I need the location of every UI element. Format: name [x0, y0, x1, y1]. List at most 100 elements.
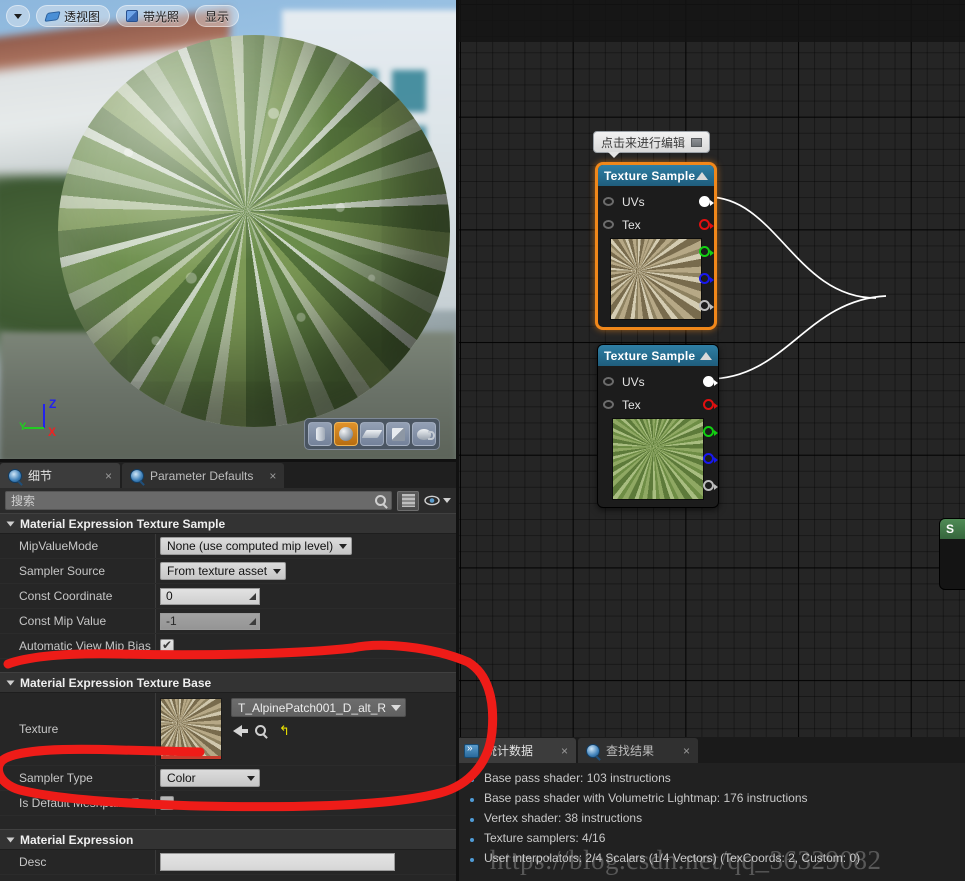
- wire-node1-uvs: [707, 196, 877, 299]
- automatic-view-mip-bias-checkbox[interactable]: [160, 638, 174, 653]
- node-output-column: [694, 416, 718, 500]
- output-pin-a[interactable]: [703, 480, 718, 491]
- sampler-source-dropdown[interactable]: From texture asset: [160, 562, 287, 580]
- viewport-show-button[interactable]: 显示: [195, 5, 240, 27]
- input-pin-uvs[interactable]: [603, 197, 614, 206]
- shape-button-plane[interactable]: [360, 422, 384, 446]
- use-selected-asset-icon[interactable]: [233, 724, 248, 737]
- tab-statistics[interactable]: 统计数据 ×: [456, 738, 576, 763]
- info-icon: [8, 468, 22, 483]
- property-row-desc: Desc: [0, 850, 456, 875]
- texture-thumbnail[interactable]: [160, 698, 222, 760]
- category-header-material-expression[interactable]: Material Expression: [0, 829, 456, 850]
- output-pin-b[interactable]: [699, 273, 714, 284]
- stats-line: Vertex shader: 38 instructions: [470, 811, 965, 831]
- output-pin-a[interactable]: [699, 300, 714, 311]
- mipvaluemode-value: None (use computed mip level): [167, 539, 334, 553]
- cylinder-icon: [315, 427, 325, 441]
- viewport-details-divider[interactable]: [0, 459, 456, 462]
- property-row-is-default-meshpaint-texture: Is Default Meshpaint Texture: [0, 791, 456, 816]
- axis-gizmo: Z Y X: [19, 397, 56, 439]
- texture-asset-picker[interactable]: T_AlpinePatch001_D_alt_R: [231, 698, 406, 717]
- graph-panel-divider[interactable]: [456, 0, 459, 881]
- tab-parameter-defaults[interactable]: Parameter Defaults ×: [122, 463, 285, 488]
- output-pin-rgb[interactable]: [699, 196, 714, 207]
- details-view-options-button[interactable]: [424, 495, 451, 506]
- node-texture-thumbnail[interactable]: [612, 418, 704, 500]
- shape-button-teapot[interactable]: [412, 422, 436, 446]
- search-input[interactable]: 搜索: [5, 491, 392, 510]
- material-graph-canvas[interactable]: 点击来进行编辑 Texture Sample UVs Tex Texture S…: [456, 0, 965, 737]
- expand-triangle-icon: [6, 680, 15, 685]
- tab-find-results[interactable]: 查找结果 ×: [578, 738, 698, 763]
- viewport-lighting-button[interactable]: 带光照: [116, 5, 190, 27]
- output-pin-r[interactable]: [699, 219, 714, 230]
- node-texture-sample-2[interactable]: Texture Sample UVs Tex: [597, 344, 719, 508]
- const-mip-value-input[interactable]: -1: [160, 612, 260, 630]
- output-pin-r[interactable]: [703, 399, 718, 410]
- tooltip-icon: [691, 137, 703, 147]
- desc-input[interactable]: [160, 853, 395, 871]
- property-label: Is Default Meshpaint Texture: [19, 796, 155, 810]
- browse-to-asset-icon[interactable]: [255, 725, 266, 736]
- spinner-icon[interactable]: [249, 592, 256, 600]
- mipvaluemode-dropdown[interactable]: None (use computed mip level): [160, 537, 353, 555]
- const-coordinate-input[interactable]: 0: [160, 587, 260, 605]
- close-icon[interactable]: ×: [551, 744, 568, 758]
- texture-asset-name: T_AlpinePatch001_D_alt_R: [238, 700, 387, 715]
- shape-button-sphere[interactable]: [334, 422, 358, 446]
- bullet-icon: [470, 858, 474, 862]
- shape-button-cube[interactable]: [386, 422, 410, 446]
- category-title: Material Expression: [20, 832, 134, 847]
- stats-line-text: Base pass shader with Volumetric Lightma…: [484, 791, 808, 805]
- spinner-icon[interactable]: [249, 617, 256, 625]
- tab-statistics-label: 统计数据: [485, 744, 534, 758]
- input-pin-tex[interactable]: [603, 220, 614, 229]
- perspective-icon: [44, 10, 61, 22]
- node-header[interactable]: Texture Sample: [598, 165, 714, 186]
- category-header-texture-sample[interactable]: Material Expression Texture Sample: [0, 513, 456, 534]
- input-pin-uvs[interactable]: [603, 377, 614, 386]
- chevron-down-icon: [391, 704, 401, 711]
- category-title: Material Expression Texture Base: [20, 675, 212, 690]
- node-header[interactable]: Texture Sample: [598, 345, 718, 366]
- sampler-source-value: From texture asset: [167, 564, 268, 578]
- node-output-column: [690, 236, 714, 320]
- property-label: Texture: [19, 722, 59, 736]
- close-icon[interactable]: ×: [673, 744, 690, 758]
- output-pin-rgb[interactable]: [703, 376, 718, 387]
- output-pin-g[interactable]: [703, 426, 718, 437]
- category-header-texture-base[interactable]: Material Expression Texture Base: [0, 672, 456, 693]
- output-pin-g[interactable]: [699, 246, 714, 257]
- is-default-meshpaint-texture-checkbox[interactable]: [160, 796, 174, 810]
- collapse-triangle-icon[interactable]: [700, 351, 712, 360]
- viewport-toolbar: 透视图 带光照 显示: [6, 5, 240, 27]
- grid-icon: [401, 494, 415, 507]
- input-pin-tex[interactable]: [603, 400, 614, 409]
- chevron-down-icon: [247, 775, 255, 781]
- shape-button-cylinder[interactable]: [308, 422, 332, 446]
- tab-details[interactable]: 细节 ×: [0, 463, 120, 488]
- details-panel: 细节 × Parameter Defaults × 搜索 Material Ex…: [0, 462, 456, 881]
- property-label: Automatic View Mip Bias: [19, 639, 151, 653]
- property-label: Sampler Type: [19, 771, 93, 785]
- output-pin-b[interactable]: [703, 453, 718, 464]
- search-placeholder: 搜索: [11, 494, 36, 508]
- node-partial-offscreen[interactable]: S: [939, 518, 965, 590]
- svg-text:X: X: [48, 425, 56, 439]
- material-preview-viewport[interactable]: 透视图 带光照 显示 Z Y X: [0, 0, 456, 462]
- node-texture-sample-1[interactable]: Texture Sample UVs Tex: [595, 162, 717, 330]
- node-partial-title: S: [940, 519, 965, 539]
- stats-line-text: Vertex shader: 38 instructions: [484, 811, 643, 825]
- input-pin-label: UVs: [622, 374, 645, 389]
- viewport-view-mode-button[interactable]: 透视图: [36, 5, 111, 27]
- details-list-view-button[interactable]: [397, 490, 419, 511]
- viewport-options-menu-button[interactable]: [6, 5, 30, 27]
- sampler-type-dropdown[interactable]: Color: [160, 769, 260, 787]
- preview-mesh-sphere[interactable]: [58, 35, 450, 427]
- close-icon[interactable]: ×: [259, 469, 276, 483]
- reset-to-default-icon[interactable]: ↰: [279, 724, 290, 737]
- node-texture-thumbnail[interactable]: [610, 238, 702, 320]
- collapse-triangle-icon[interactable]: [696, 171, 708, 180]
- close-icon[interactable]: ×: [95, 469, 112, 483]
